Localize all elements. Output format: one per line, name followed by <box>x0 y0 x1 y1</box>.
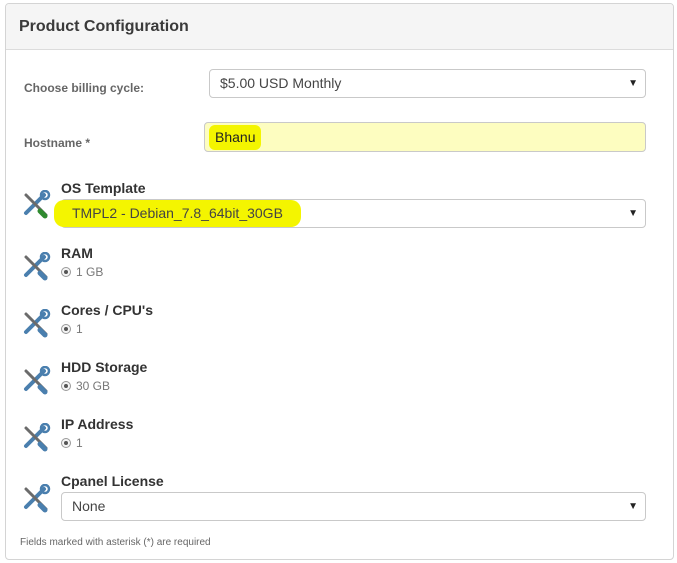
cores-value: 1 <box>76 322 83 336</box>
ip-address-label: IP Address <box>61 416 134 432</box>
ram-option[interactable]: 1 GB <box>61 265 103 279</box>
radio-button[interactable] <box>61 267 71 277</box>
chevron-down-icon: ▼ <box>628 208 638 219</box>
wrench-screwdriver-icon <box>21 189 51 220</box>
cpanel-license-label: Cpanel License <box>61 473 164 489</box>
panel-title: Product Configuration <box>6 4 673 50</box>
hostname-label: Hostname * <box>24 136 91 150</box>
wrench-screwdriver-icon <box>21 365 51 396</box>
hdd-label: HDD Storage <box>61 359 148 375</box>
wrench-screwdriver-icon <box>21 308 51 339</box>
hdd-value: 30 GB <box>76 379 111 393</box>
cores-label: Cores / CPU's <box>61 302 154 318</box>
radio-button[interactable] <box>61 324 71 334</box>
wrench-screwdriver-icon <box>21 483 51 514</box>
os-template-value: TMPL2 - Debian_7.8_64bit_30GB <box>54 200 301 227</box>
chevron-down-icon: ▼ <box>628 501 638 512</box>
hostname-value: Bhanu <box>209 125 262 150</box>
wrench-screwdriver-icon <box>21 251 51 282</box>
cpanel-license-select[interactable]: None ▼ <box>61 492 646 521</box>
os-template-label: OS Template <box>61 180 146 196</box>
billing-cycle-select[interactable]: $5.00 USD Monthly ▼ <box>209 69 646 98</box>
hostname-input[interactable]: Bhanu <box>204 122 646 152</box>
radio-button[interactable] <box>61 438 71 448</box>
radio-button[interactable] <box>61 381 71 391</box>
ram-label: RAM <box>61 245 93 261</box>
cpanel-license-value: None <box>72 498 106 514</box>
billing-cycle-label: Choose billing cycle: <box>24 81 145 95</box>
ip-address-option[interactable]: 1 <box>61 436 83 450</box>
wrench-screwdriver-icon <box>21 422 51 453</box>
cores-option[interactable]: 1 <box>61 322 83 336</box>
hdd-option[interactable]: 30 GB <box>61 379 110 393</box>
billing-cycle-value: $5.00 USD Monthly <box>220 75 342 91</box>
chevron-down-icon: ▼ <box>628 78 638 89</box>
ram-value: 1 GB <box>76 265 104 279</box>
ip-address-value: 1 <box>76 436 83 450</box>
os-template-select[interactable]: TMPL2 - Debian_7.8_64bit_30GB ▼ <box>54 199 646 228</box>
required-fields-note: Fields marked with asterisk (*) are requ… <box>20 537 211 548</box>
